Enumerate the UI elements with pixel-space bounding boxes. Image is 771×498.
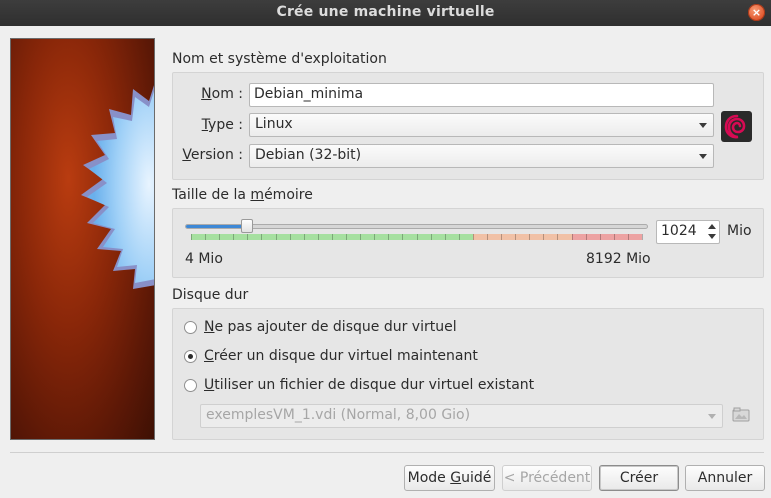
existing-disk-value: exemplesVM_1.vdi (Normal, 8,00 Gio) — [206, 407, 471, 423]
name-input[interactable]: Debian_minima — [249, 83, 714, 107]
memory-scale-tick — [501, 234, 502, 240]
type-select[interactable]: Linux — [249, 113, 714, 137]
debian-logo-icon — [721, 111, 752, 142]
memory-scale-tick — [515, 234, 516, 240]
memory-scale-tick — [557, 234, 558, 240]
memory-max-label: 8192 Mio — [586, 251, 651, 267]
chevron-down-icon — [699, 123, 707, 128]
memory-slider-fill — [186, 225, 244, 228]
existing-disk-select[interactable]: exemplesVM_1.vdi (Normal, 8,00 Gio) — [200, 404, 723, 428]
name-os-section-label: Nom et système d'exploitation — [172, 51, 387, 67]
memory-range-danger — [572, 234, 642, 240]
name-label: Nom : — [201, 86, 243, 102]
memory-scale-tick — [529, 234, 530, 240]
window-title: Crée une machine virtuelle — [276, 4, 495, 20]
memory-scale-tick — [191, 234, 192, 240]
radio-create-disk-button[interactable] — [184, 350, 197, 363]
memory-scale-tick — [642, 234, 643, 240]
radio-no-disk-label: Ne pas ajouter de disque dur virtuel — [204, 319, 457, 335]
memory-scale-tick — [600, 234, 601, 240]
chevron-down-icon — [699, 154, 707, 159]
memory-scale-tick — [628, 234, 629, 240]
memory-scale-tick — [304, 234, 305, 240]
memory-scale-tick — [572, 234, 573, 240]
memory-slider-handle[interactable] — [241, 219, 253, 233]
memory-scale-tick — [487, 234, 488, 240]
memory-scale-tick — [459, 234, 460, 240]
type-select-value: Linux — [255, 116, 293, 132]
memory-scale-tick — [276, 234, 277, 240]
radio-no-disk-button[interactable] — [184, 321, 197, 334]
type-label: Type : — [201, 117, 243, 133]
memory-min-label: 4 Mio — [185, 251, 223, 267]
footer-divider — [10, 452, 764, 453]
memory-scale-tick — [261, 234, 262, 240]
memory-section-label: Taille de la mémoire — [172, 187, 313, 203]
memory-scale-tick — [431, 234, 432, 240]
memory-scale-tick — [586, 234, 587, 240]
spin-down-icon[interactable] — [705, 232, 719, 243]
wizard-banner-image — [10, 38, 155, 440]
memory-scale-tick — [360, 234, 361, 240]
memory-scale-tick — [388, 234, 389, 240]
window-titlebar: Crée une machine virtuelle × — [0, 0, 771, 26]
radio-existing-disk-button[interactable] — [184, 379, 197, 392]
disk-section-label: Disque dur — [172, 287, 249, 303]
memory-scale-tick — [402, 234, 403, 240]
create-button[interactable]: Créer — [599, 465, 679, 491]
memory-slider-track[interactable] — [185, 224, 648, 229]
memory-scale-tick — [614, 234, 615, 240]
cancel-button[interactable]: Annuler — [685, 465, 765, 491]
memory-scale-tick — [219, 234, 220, 240]
memory-scale-tick — [247, 234, 248, 240]
memory-unit-label: Mio — [727, 223, 752, 239]
version-select[interactable]: Debian (32-bit) — [249, 144, 714, 168]
version-label: Version : — [182, 147, 243, 163]
folder-icon[interactable] — [731, 405, 751, 425]
memory-scale-tick — [290, 234, 291, 240]
memory-scale-tick — [374, 234, 375, 240]
version-select-value: Debian (32-bit) — [255, 147, 362, 163]
memory-scale-tick — [205, 234, 206, 240]
chevron-down-icon — [708, 414, 716, 419]
memory-scale-tick — [473, 234, 474, 240]
memory-spinbox[interactable]: 1024 — [656, 220, 720, 244]
memory-scale-tick — [346, 234, 347, 240]
memory-scale-tick — [445, 234, 446, 240]
spin-up-icon[interactable] — [705, 221, 719, 232]
memory-value: 1024 — [661, 223, 697, 239]
close-window-button[interactable]: × — [748, 4, 765, 21]
memory-scale-tick — [543, 234, 544, 240]
memory-scale-tick — [318, 234, 319, 240]
memory-scale-tick — [417, 234, 418, 240]
previous-button[interactable]: < Précédent — [502, 465, 592, 491]
radio-create-disk-label: Créer un disque dur virtuel maintenant — [204, 348, 478, 364]
guided-mode-button[interactable]: Mode Guidé — [404, 465, 495, 491]
radio-existing-disk-label: Utiliser un fichier de disque dur virtue… — [204, 377, 535, 393]
memory-scale-tick — [332, 234, 333, 240]
memory-scale-tick — [233, 234, 234, 240]
starburst-icon — [81, 85, 154, 289]
